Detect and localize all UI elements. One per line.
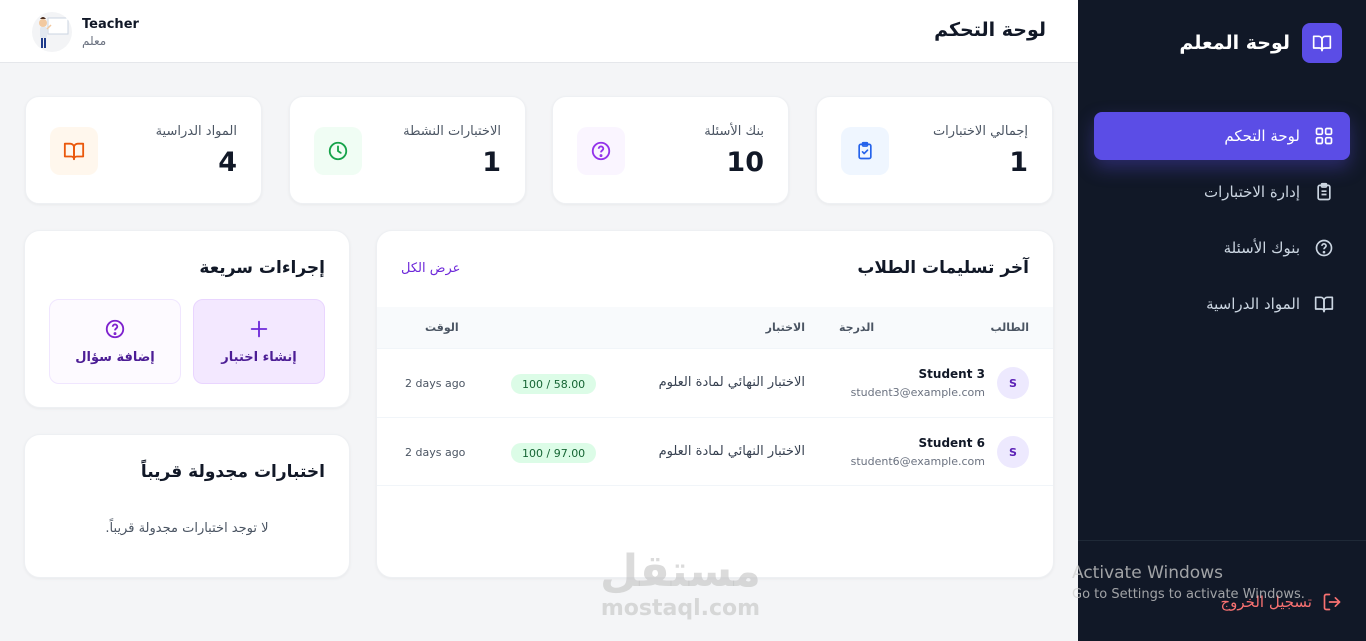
sidebar-divider (1078, 540, 1366, 541)
view-all-link[interactable]: عرض الكل (401, 261, 460, 276)
sidebar-item-exams[interactable]: إدارة الاختبارات (1094, 168, 1350, 216)
student-email: student6@example.com (850, 455, 985, 468)
student-name: Student 6 (918, 436, 985, 450)
book-open-icon (1302, 23, 1342, 63)
sidebar-item-label: بنوك الأسئلة (1223, 239, 1300, 257)
logout-icon (1323, 593, 1341, 611)
quick-actions-card: إجراءات سريعة إنشاء اختبار إضافة سؤال (24, 230, 350, 408)
stat-label: بنك الأسئلة (704, 124, 764, 139)
student-name: Student 3 (918, 367, 985, 381)
exam-name: الاختبار النهائي لمادة العلوم (658, 375, 805, 390)
add-question-label: إضافة سؤال (75, 350, 155, 365)
upcoming-empty-message: لا توجد اختبارات مجدولة قريباً. (105, 521, 269, 536)
stat-label: المواد الدراسية (155, 124, 237, 139)
column-header-time: الوقت (425, 321, 459, 334)
latest-submissions-card: آخر تسليمات الطلاب عرض الكل الطالب الاخت… (376, 230, 1054, 578)
grid-icon (1315, 127, 1333, 145)
sidebar-item-question-banks[interactable]: بنوك الأسئلة (1094, 224, 1350, 272)
create-exam-label: إنشاء اختبار (221, 350, 297, 365)
page-title: لوحة التحكم (934, 19, 1046, 41)
upcoming-exams-card: اختبارات مجدولة قريباً لا توجد اختبارات … (24, 434, 350, 578)
table-row[interactable]: S Student 3 student3@example.com الاختبا… (377, 348, 1053, 417)
question-circle-icon (1315, 239, 1333, 257)
book-open-icon (50, 127, 98, 175)
grade-badge: 100 / 58.00 (511, 374, 597, 394)
column-header-exam: الاختبار (765, 321, 805, 334)
column-header-grade: الدرجة (839, 321, 875, 334)
table-header: الطالب الاختبار الدرجة الوقت (377, 307, 1053, 348)
windows-activation-title: Activate Windows (1072, 563, 1223, 583)
submissions-title: آخر تسليمات الطلاب (857, 258, 1029, 278)
sidebar-brand-title: لوحة المعلم (1179, 32, 1290, 54)
user-role: معلم (82, 33, 107, 48)
student-email: student3@example.com (850, 386, 985, 399)
submission-time: 2 days ago (405, 446, 466, 459)
sidebar-item-label: المواد الدراسية (1206, 295, 1300, 313)
logout-button[interactable]: تسجيل الخروج (1220, 592, 1342, 612)
sidebar: لوحة المعلم لوحة التحكم إدارة الاختبارات… (1072, 0, 1366, 641)
sidebar-item-dashboard[interactable]: لوحة التحكم (1094, 112, 1350, 160)
sidebar-item-subjects[interactable]: المواد الدراسية (1094, 280, 1350, 328)
column-header-student: الطالب (990, 321, 1029, 334)
user-profile[interactable]: Teacher معلم (32, 12, 139, 52)
stat-card-question-bank: بنك الأسئلة 10 (552, 96, 789, 204)
logout-label: تسجيل الخروج (1220, 593, 1312, 611)
stat-card-subjects: المواد الدراسية 4 (25, 96, 262, 204)
stat-value: 10 (726, 147, 764, 178)
quick-actions-title: إجراءات سريعة (199, 258, 325, 278)
mostaql-watermark-latin: mostaql.com (600, 596, 761, 621)
plus-icon (250, 320, 268, 338)
question-circle-icon (577, 127, 625, 175)
avatar (32, 12, 72, 52)
book-open-icon (1314, 296, 1334, 313)
clipboard-check-icon (841, 127, 889, 175)
sidebar-nav: لوحة التحكم إدارة الاختبارات بنوك الأسئل… (1094, 112, 1350, 336)
sidebar-brand[interactable]: لوحة المعلم (1179, 23, 1342, 63)
stat-card-total-exams: إجمالي الاختبارات 1 (816, 96, 1053, 204)
user-info: Teacher معلم (82, 17, 139, 48)
top-header: لوحة التحكم Teacher معلم (0, 0, 1078, 63)
sidebar-item-label: إدارة الاختبارات (1203, 183, 1300, 201)
upcoming-exams-title: اختبارات مجدولة قريباً (140, 462, 325, 482)
stat-label: إجمالي الاختبارات (932, 124, 1028, 139)
question-circle-icon (105, 319, 125, 339)
grade-badge: 100 / 97.00 (511, 443, 597, 463)
stat-label: الاختبارات النشطة (403, 124, 501, 139)
exam-name: الاختبار النهائي لمادة العلوم (658, 444, 805, 459)
stat-value: 1 (1009, 147, 1028, 178)
stat-value: 1 (482, 147, 501, 178)
stat-card-active-exams: الاختبارات النشطة 1 (289, 96, 526, 204)
student-avatar: S (997, 436, 1029, 468)
user-name: Teacher (82, 16, 139, 32)
submission-time: 2 days ago (405, 377, 466, 390)
add-question-button[interactable]: إضافة سؤال (49, 299, 181, 384)
clipboard-icon (1317, 182, 1331, 201)
table-row[interactable]: S Student 6 student6@example.com الاختبا… (377, 417, 1053, 486)
sidebar-item-label: لوحة التحكم (1224, 127, 1300, 145)
stat-value: 4 (218, 147, 237, 178)
create-exam-button[interactable]: إنشاء اختبار (193, 299, 325, 384)
clock-icon (314, 127, 362, 175)
student-avatar: S (997, 367, 1029, 399)
